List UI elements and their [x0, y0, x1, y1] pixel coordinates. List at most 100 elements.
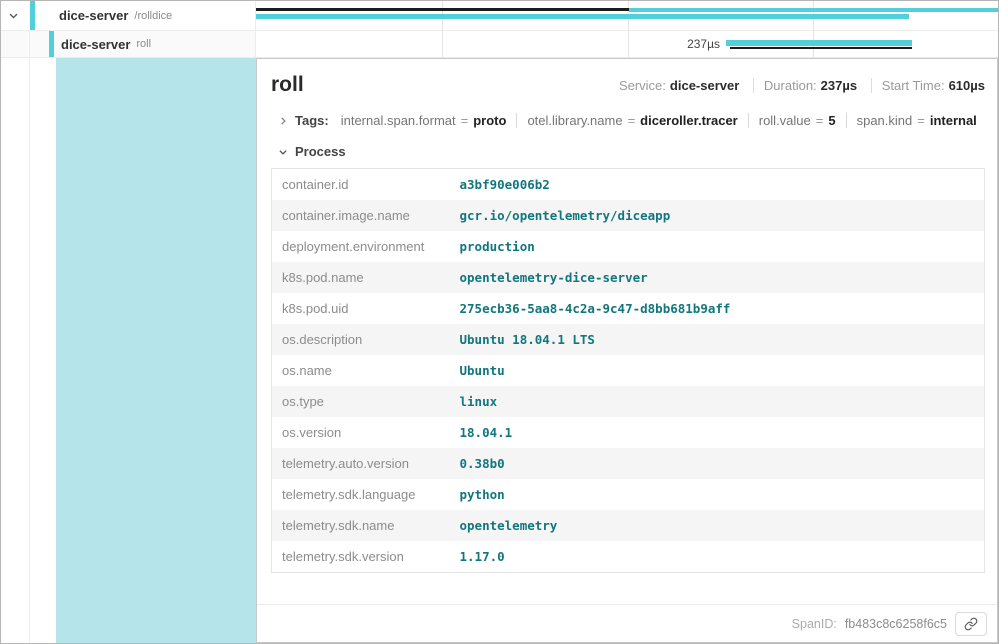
- tag-key: otel.library.name: [527, 113, 622, 128]
- process-table-row: k8s.pod.uid 275ecb36-5aa8-4c2a-9c47-d8bb…: [272, 293, 985, 324]
- process-table-body: container.id a3bf90e006b2 container.imag…: [272, 169, 985, 573]
- span-name-cell: dice-server /rolldice: [1, 1, 256, 30]
- tag-item: otel.library.name = diceroller.tracer: [516, 113, 747, 128]
- span-name-cell: dice-server roll: [1, 31, 256, 57]
- process-value: Ubuntu: [450, 355, 985, 386]
- process-key: os.name: [272, 355, 450, 386]
- process-value: 0.38b0: [450, 448, 985, 479]
- process-key: telemetry.sdk.language: [272, 479, 450, 510]
- process-value: Ubuntu 18.04.1 LTS: [450, 324, 985, 355]
- spanid-value: fb483c8c6258f6c5: [845, 617, 947, 631]
- span-bar-underline: [730, 47, 912, 49]
- tags-list: internal.span.format = proto otel.library.…: [331, 113, 987, 128]
- service-name: dice-server: [59, 8, 128, 23]
- process-table-row: os.description Ubuntu 18.04.1 LTS: [272, 324, 985, 355]
- process-value: python: [450, 479, 985, 510]
- selected-span-highlight: [56, 58, 256, 643]
- minimap-dark-bar: [256, 8, 629, 11]
- chevron-down-icon[interactable]: [8, 10, 19, 21]
- process-accordion[interactable]: Process: [271, 144, 985, 159]
- process-table-row: container.image.name gcr.io/opentelemetr…: [272, 200, 985, 231]
- summary-label: Start Time:: [882, 78, 945, 93]
- span-title: roll: [271, 73, 304, 97]
- service-color-bar: [49, 31, 54, 57]
- summary-item: Start Time: 610µs: [871, 78, 985, 93]
- tag-value: 5: [828, 113, 835, 128]
- process-value: 1.17.0: [450, 541, 985, 573]
- process-label: Process: [295, 144, 346, 159]
- jaeger-trace-timeline-view: dice-server /rolldice dice-server roll 2…: [0, 0, 999, 644]
- span-bar-rolldice[interactable]: [256, 14, 909, 19]
- span-bars-cell: [256, 1, 999, 30]
- tags-accordion[interactable]: Tags: internal.span.format = proto otel.li…: [271, 113, 985, 128]
- tag-value: diceroller.tracer: [640, 113, 738, 128]
- indent-guide: [29, 31, 30, 643]
- process-value: linux: [450, 386, 985, 417]
- tag-item: span.kind = internal: [846, 113, 987, 128]
- span-row-rolldice[interactable]: dice-server /rolldice: [1, 1, 998, 31]
- process-value: 275ecb36-5aa8-4c2a-9c47-d8bb681b9aff: [450, 293, 985, 324]
- link-icon: [964, 617, 978, 631]
- service-name: dice-server: [61, 37, 130, 52]
- summary-label: Duration:: [764, 78, 817, 93]
- process-value: opentelemetry: [450, 510, 985, 541]
- process-value: opentelemetry-dice-server: [450, 262, 985, 293]
- process-key: container.id: [272, 169, 450, 201]
- operation-name: /rolldice: [134, 10, 172, 22]
- copy-link-button[interactable]: [955, 612, 987, 636]
- span-duration-label: 237µs: [620, 37, 720, 51]
- span-bar-roll[interactable]: [726, 40, 912, 46]
- process-table-row: deployment.environment production: [272, 231, 985, 262]
- summary-list: Service:dice-server Duration: 237µs Start…: [619, 78, 985, 93]
- process-table-row: telemetry.sdk.version 1.17.0: [272, 541, 985, 573]
- process-value: a3bf90e006b2: [450, 169, 985, 201]
- chevron-down-icon: [278, 147, 288, 157]
- process-key: os.version: [272, 417, 450, 448]
- process-table-row: telemetry.auto.version 0.38b0: [272, 448, 985, 479]
- process-table-row: telemetry.sdk.name opentelemetry: [272, 510, 985, 541]
- spanid-label: SpanID:: [792, 617, 837, 631]
- detail-footer: SpanID: fb483c8c6258f6c5: [257, 604, 997, 642]
- process-value: 18.04.1: [450, 417, 985, 448]
- process-table: container.id a3bf90e006b2 container.imag…: [271, 168, 985, 573]
- tag-equals: =: [917, 113, 925, 128]
- process-table-row: os.name Ubuntu: [272, 355, 985, 386]
- process-key: deployment.environment: [272, 231, 450, 262]
- process-key: telemetry.sdk.version: [272, 541, 450, 573]
- detail-header: roll Service:dice-server Duration: 237µs …: [257, 59, 997, 97]
- tag-value: proto: [473, 113, 506, 128]
- minimap-teal-bar: [629, 8, 999, 12]
- chevron-right-icon: [278, 116, 288, 126]
- service-color-bar: [30, 1, 35, 30]
- process-value: production: [450, 231, 985, 262]
- tag-equals: =: [461, 113, 469, 128]
- process-table-row: telemetry.sdk.language python: [272, 479, 985, 510]
- tag-item: roll.value = 5: [748, 113, 846, 128]
- tag-equals: =: [628, 113, 636, 128]
- process-value: gcr.io/opentelemetry/diceapp: [450, 200, 985, 231]
- summary-value: 237µs: [821, 78, 857, 93]
- summary-label: Service:: [619, 78, 666, 93]
- process-key: container.image.name: [272, 200, 450, 231]
- operation-name: roll: [136, 38, 151, 50]
- process-key: telemetry.auto.version: [272, 448, 450, 479]
- tags-label: Tags:: [295, 113, 329, 128]
- summary-item: Service:dice-server: [619, 78, 739, 93]
- tag-equals: =: [816, 113, 824, 128]
- process-key: os.type: [272, 386, 450, 417]
- tag-key: internal.span.format: [341, 113, 456, 128]
- process-key: k8s.pod.name: [272, 262, 450, 293]
- process-key: telemetry.sdk.name: [272, 510, 450, 541]
- summary-item: Duration: 237µs: [753, 78, 857, 93]
- process-table-row: container.id a3bf90e006b2: [272, 169, 985, 201]
- process-table-row: os.version 18.04.1: [272, 417, 985, 448]
- tag-value: internal: [930, 113, 977, 128]
- tag-key: roll.value: [759, 113, 811, 128]
- summary-value: 610µs: [949, 78, 985, 93]
- process-key: os.description: [272, 324, 450, 355]
- span-detail-panel: roll Service:dice-server Duration: 237µs …: [256, 58, 998, 643]
- tag-key: span.kind: [857, 113, 913, 128]
- tag-item: internal.span.format = proto: [331, 113, 517, 128]
- span-row-roll[interactable]: dice-server roll 237µs: [1, 31, 998, 58]
- process-table-row: os.type linux: [272, 386, 985, 417]
